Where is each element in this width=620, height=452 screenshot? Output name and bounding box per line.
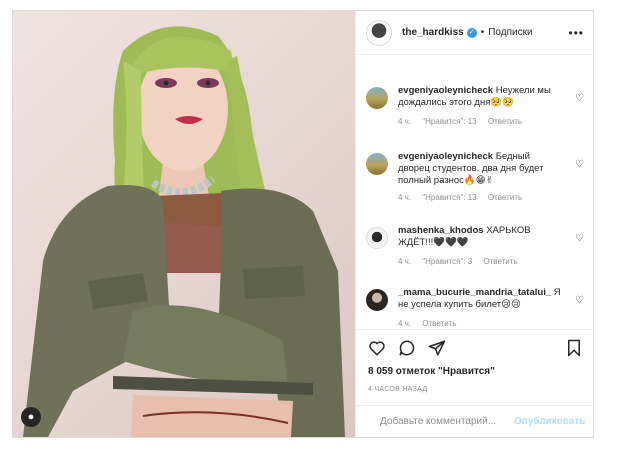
author-avatar[interactable] <box>366 19 392 46</box>
comment-time: 4 ч. <box>398 319 412 328</box>
post-modal: ● the_hardkiss ✓ • Подписки ••• evgeniya… <box>12 10 594 438</box>
commenter-username[interactable]: _mama_bucurie_mandria_tatalui_ <box>398 287 551 298</box>
comment-input[interactable] <box>378 415 514 428</box>
commenter-avatar[interactable] <box>366 153 388 175</box>
portrait-image <box>23 26 345 437</box>
comments-list[interactable]: evgeniyaoleynicheck Неужели мы дождались… <box>356 55 594 329</box>
commenter-avatar[interactable] <box>366 227 388 249</box>
comment-item: evgeniyaoleynicheck Неужели мы дождались… <box>366 85 584 126</box>
comment-icon[interactable] <box>398 339 416 357</box>
verified-badge-icon: ✓ <box>466 27 477 38</box>
heart-icon[interactable] <box>368 339 386 357</box>
likes-label[interactable]: "Нравится" <box>438 366 495 377</box>
header-separator: • <box>480 27 485 38</box>
comment-item: _mama_bucurie_mandria_tatalui_ Я не успе… <box>366 287 584 328</box>
reply-button[interactable]: Ответить <box>422 319 456 328</box>
bookmark-icon[interactable] <box>566 339 582 357</box>
comment-meta: 4 ч. "Нравится": 13 Ответить <box>398 193 584 202</box>
paper-plane-icon[interactable] <box>428 339 446 357</box>
person-icon[interactable]: ● <box>21 407 41 427</box>
comment-time: 4 ч. <box>398 257 412 266</box>
add-comment-bar: Опубликовать <box>356 405 594 437</box>
comment-like-icon[interactable]: ♡ <box>575 159 584 170</box>
commenter-avatar[interactable] <box>366 87 388 109</box>
post-photo[interactable]: ● <box>13 11 355 437</box>
reply-button[interactable]: Ответить <box>488 117 522 126</box>
comment-like-icon[interactable]: ♡ <box>575 233 584 244</box>
reply-button[interactable]: Ответить <box>488 193 522 202</box>
likes-count[interactable]: 8 059 отметок "Нравится" <box>368 366 495 377</box>
commenter-avatar[interactable] <box>366 289 388 311</box>
comment-item: evgeniyaoleynicheck Бедный дворец студен… <box>366 151 584 202</box>
post-side-panel: the_hardkiss ✓ • Подписки ••• evgeniyaol… <box>355 11 594 437</box>
comment-likes[interactable]: "Нравится": 3 <box>422 257 472 266</box>
commenter-username[interactable]: evgeniyaoleynicheck <box>398 151 493 162</box>
more-options-icon[interactable]: ••• <box>568 26 584 40</box>
comment-item: mashenka_khodos ХАРЬКОВ ЖДЁТ!!!🖤🖤🖤 ♡ 4 ч… <box>366 225 584 266</box>
commenter-username[interactable]: evgeniyaoleynicheck <box>398 85 493 96</box>
post-timestamp: 4 ЧАСОВ НАЗАД <box>368 386 428 393</box>
comment-time: 4 ч. <box>398 193 412 202</box>
comment-like-icon[interactable]: ♡ <box>575 295 584 306</box>
publish-button[interactable]: Опубликовать <box>514 416 585 427</box>
comment-time: 4 ч. <box>398 117 412 126</box>
post-header: the_hardkiss ✓ • Подписки ••• <box>356 11 594 55</box>
comment-likes[interactable]: "Нравится": 13 <box>422 117 476 126</box>
author-username[interactable]: the_hardkiss <box>402 27 464 38</box>
post-actions <box>356 329 594 365</box>
comment-meta: 4 ч. "Нравится": 3 Ответить <box>398 257 584 266</box>
comment-likes[interactable]: "Нравится": 13 <box>422 193 476 202</box>
follow-button[interactable]: Подписки <box>488 27 532 38</box>
comment-like-icon[interactable]: ♡ <box>575 93 584 104</box>
reply-button[interactable]: Ответить <box>483 257 517 266</box>
likes-number[interactable]: 8 059 отметок <box>368 366 435 377</box>
comment-meta: 4 ч. "Нравится": 13 Ответить <box>398 117 584 126</box>
commenter-username[interactable]: mashenka_khodos <box>398 225 484 236</box>
comment-meta: 4 ч. Ответить <box>398 319 584 328</box>
